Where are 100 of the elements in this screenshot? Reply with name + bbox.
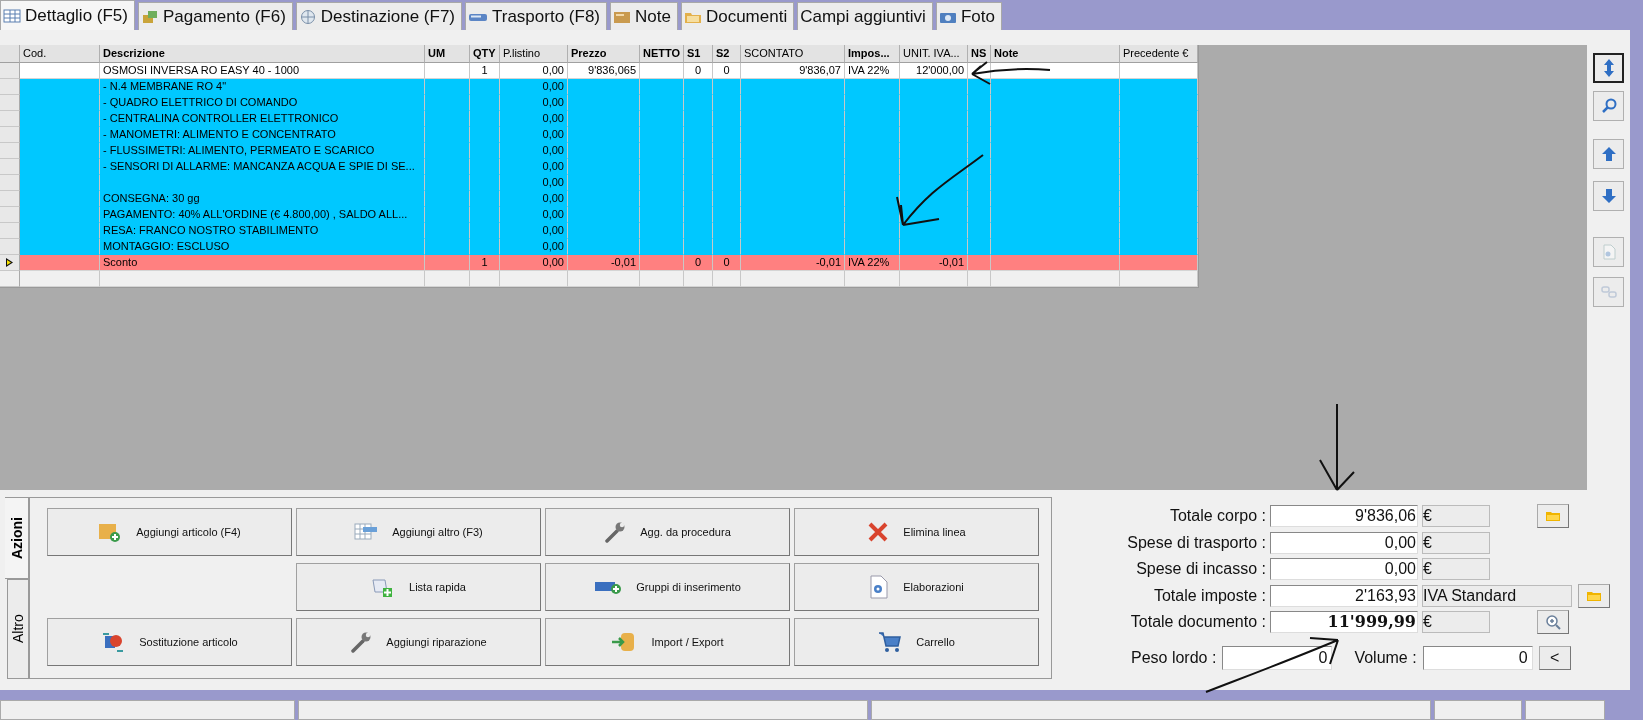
action-button[interactable]: Carrello (794, 618, 1039, 666)
table-cell: IVA 22% (845, 63, 900, 79)
vertical-tab[interactable]: Altro (7, 579, 29, 679)
table-cell (845, 79, 900, 95)
column-header[interactable]: Prezzo (568, 45, 640, 63)
column-header[interactable]: Precedente € (1120, 45, 1198, 63)
table-cell: 0,00 (500, 159, 568, 175)
table-cell: 0,00 (500, 111, 568, 127)
field-label: Spese di trasporto : (1126, 533, 1266, 552)
total-field: 11'999,99 (1270, 611, 1418, 634)
folder-icon (1586, 589, 1602, 602)
input-field[interactable]: 0 (1422, 645, 1533, 670)
table-cell: -0,01 (741, 255, 845, 271)
table-cell: IVA 22% (845, 255, 900, 271)
table-cell (640, 255, 684, 271)
up-arrow-icon (1601, 147, 1616, 161)
table-cell: - QUADRO ELETTRICO DI COMANDO (100, 95, 425, 111)
table-cell: 0,00 (500, 63, 568, 79)
table-cell: 0,00 (500, 239, 568, 255)
table-cell: 9'836,065 (568, 63, 640, 79)
table-cell: 0,00 (500, 127, 568, 143)
column-header[interactable]: UM (425, 45, 470, 63)
action-button[interactable]: Aggiungi riparazione (296, 618, 541, 666)
column-header[interactable]: QTY (470, 45, 500, 63)
column-header[interactable]: P.listino (500, 45, 568, 63)
table-cell: 0,00 (500, 143, 568, 159)
field-label: Totale corpo : (1168, 507, 1266, 526)
cart-icon (878, 631, 903, 653)
field-label: Volume : (1354, 648, 1417, 667)
icon-button[interactable] (1537, 610, 1569, 635)
row-header[interactable] (0, 255, 20, 271)
column-header[interactable]: NS (968, 45, 991, 63)
table-cell: 0 (713, 255, 741, 271)
action-button[interactable]: Import / Export (545, 618, 790, 666)
tab[interactable]: Trasporto (F8) (465, 2, 607, 30)
action-button[interactable]: Aggiungi altro (F3) (296, 508, 541, 556)
vertical-tab[interactable]: Azioni (5, 497, 29, 579)
table-cell: CONSEGNA: 30 gg (100, 191, 425, 207)
icon-button[interactable] (1578, 583, 1610, 608)
table-cell (968, 255, 991, 271)
table-cell: 1 (470, 63, 500, 79)
table-cell (425, 63, 470, 79)
table-cell: -0,01 (900, 255, 968, 271)
table-cell: MONTAGGIO: ESCLUSO (100, 239, 425, 255)
table-cell: - N.4 MEMBRANE RO 4" (100, 79, 425, 95)
total-field: 2'163,93 (1270, 584, 1418, 607)
field-label: Totale documento : (1129, 613, 1266, 632)
column-header[interactable]: SCONTATO (741, 45, 845, 63)
tab[interactable]: Documenti (680, 2, 795, 30)
collapse-button[interactable]: < (1538, 645, 1571, 670)
action-button[interactable]: Sostituzione articolo (47, 618, 292, 666)
table-cell (425, 239, 470, 255)
box-add-icon (98, 521, 123, 543)
action-button[interactable]: Elaborazioni (794, 563, 1039, 611)
folder-icon (1545, 510, 1561, 523)
tool-button[interactable] (1593, 53, 1624, 83)
unit-field: € (1422, 531, 1490, 554)
up-down-arrow-icon (1603, 59, 1614, 77)
table-cell (713, 79, 741, 95)
action-button[interactable]: Aggiungi articolo (F4) (47, 508, 292, 556)
column-header[interactable]: Note (991, 45, 1120, 63)
table-icon (3, 7, 21, 24)
table-cell (900, 79, 968, 95)
table-cell: Sconto (100, 255, 425, 271)
column-header[interactable]: Impos... (845, 45, 900, 63)
table-cell: 0,00 (500, 175, 568, 191)
table-cell: 0,00 (500, 207, 568, 223)
table-cell: - FLUSSIMETRI: ALIMENTO, PERMEATO E SCARICO (100, 143, 425, 159)
icon-button[interactable] (1537, 504, 1569, 529)
link-icon (1600, 285, 1617, 299)
input-field[interactable]: 0 (1222, 645, 1333, 670)
column-header[interactable]: Cod. (20, 45, 100, 63)
action-button[interactable]: Agg. da procedura (545, 508, 790, 556)
tab[interactable]: Pagamento (F6) (138, 2, 293, 30)
tab[interactable]: Note (610, 2, 678, 30)
action-button[interactable]: Elimina linea (794, 508, 1039, 556)
table-cell: RESA: FRANCO NOSTRO STABILIMENTO (100, 223, 425, 239)
field-label: Spese di incasso : (1135, 560, 1266, 579)
table-cell (568, 271, 640, 287)
column-header[interactable]: NETTO (640, 45, 684, 63)
column-header[interactable]: S2 (713, 45, 741, 63)
column-header[interactable]: UNIT. IVA... (900, 45, 968, 63)
column-header[interactable]: S1 (684, 45, 713, 63)
globe-icon (298, 8, 317, 25)
table-cell: 0 (713, 63, 741, 79)
action-button[interactable]: Lista rapida (296, 563, 541, 611)
table-cell: -0,01 (568, 255, 640, 271)
column-header[interactable]: Descrizione (100, 45, 425, 63)
tab[interactable]: Dettaglio (F5) (0, 0, 135, 30)
action-button[interactable]: Gruppi di inserimento (545, 563, 790, 611)
tab[interactable]: Destinazione (F7) (295, 2, 462, 30)
table-cell (425, 271, 470, 287)
unit-field: € (1422, 558, 1490, 581)
total-field: 0,00 (1270, 558, 1418, 581)
table-icon (354, 522, 379, 542)
tab[interactable]: Foto (935, 2, 1002, 30)
table-cell (684, 239, 713, 255)
table-cell: 12'000,00 (900, 63, 968, 79)
tab[interactable]: Campi aggiuntivi (797, 2, 933, 30)
table-cell: 0,00 (500, 191, 568, 207)
